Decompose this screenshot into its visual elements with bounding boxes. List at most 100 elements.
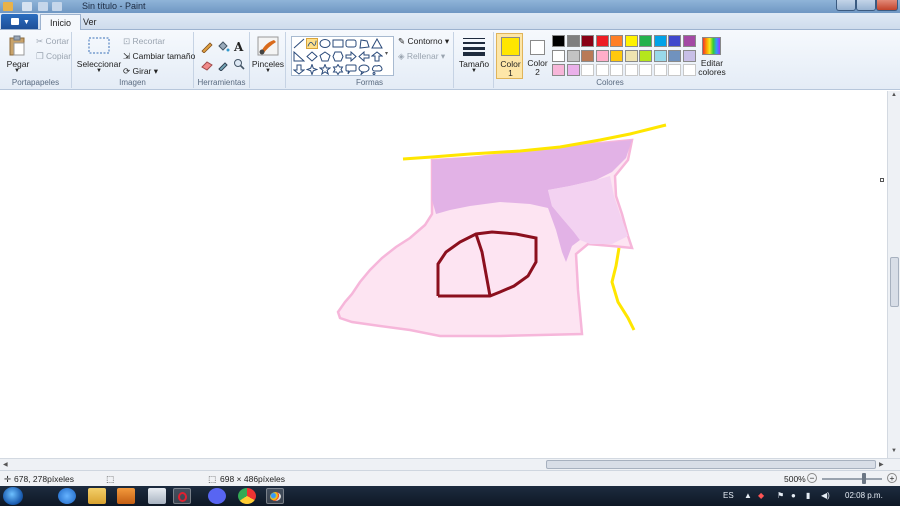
- shapes-scroll-icon[interactable]: ▾: [385, 50, 388, 57]
- palette-swatch[interactable]: [610, 35, 623, 47]
- chrome-icon[interactable]: [238, 488, 256, 504]
- canvas-area[interactable]: [0, 91, 880, 458]
- media-player-icon[interactable]: [117, 488, 135, 504]
- language-indicator[interactable]: ES: [723, 491, 734, 500]
- select-icon[interactable]: [88, 37, 110, 55]
- palette-swatch[interactable]: [566, 49, 580, 62]
- palette-swatch[interactable]: [566, 35, 580, 47]
- palette-swatch[interactable]: [624, 49, 638, 62]
- pencil-icon[interactable]: [200, 40, 214, 53]
- edit-colors-button[interactable]: Editar colores: [698, 33, 726, 79]
- magnifier-icon[interactable]: [232, 58, 246, 71]
- right-triangle-shape-icon[interactable]: [293, 51, 305, 62]
- cloud-callout-shape-icon[interactable]: [371, 64, 383, 75]
- brush-icon[interactable]: [256, 35, 280, 57]
- discord-tray-icon[interactable]: ●: [791, 491, 796, 500]
- rounded-rectangle-shape-icon[interactable]: [345, 38, 357, 49]
- fill-button[interactable]: ◈ Rellenar ▾: [398, 51, 445, 62]
- zoom-slider-track[interactable]: [822, 478, 882, 480]
- up-arrow-shape-icon[interactable]: [371, 51, 383, 62]
- palette-swatch[interactable]: [566, 64, 580, 76]
- hexagon-shape-icon[interactable]: [332, 51, 344, 62]
- color1-button[interactable]: Color 1: [496, 33, 523, 79]
- six-point-star-shape-icon[interactable]: [332, 64, 344, 75]
- tray-chevron-icon[interactable]: ▲: [744, 491, 752, 500]
- palette-swatch[interactable]: [653, 64, 667, 76]
- palette-swatch[interactable]: [595, 49, 609, 62]
- scroll-left-icon[interactable]: ◀: [3, 461, 8, 468]
- redo-quick-icon[interactable]: [52, 2, 62, 11]
- scroll-up-icon[interactable]: ▲: [891, 92, 897, 98]
- drawing-canvas[interactable]: [0, 91, 880, 458]
- discord-icon[interactable]: [208, 488, 226, 504]
- start-button[interactable]: [3, 487, 23, 505]
- left-arrow-shape-icon[interactable]: [358, 51, 370, 62]
- palette-swatch[interactable]: [581, 49, 594, 62]
- internet-explorer-icon[interactable]: [58, 488, 76, 504]
- palette-swatch[interactable]: [653, 49, 667, 62]
- minimize-button[interactable]: [836, 0, 856, 11]
- oval-callout-shape-icon[interactable]: [358, 64, 370, 75]
- opera-icon[interactable]: [173, 488, 191, 504]
- scroll-down-icon[interactable]: ▼: [891, 448, 897, 454]
- palette-swatch[interactable]: [624, 64, 638, 76]
- file-explorer-icon[interactable]: [88, 488, 106, 504]
- color-picker-icon[interactable]: [216, 58, 230, 71]
- paint-app-icon[interactable]: [3, 2, 13, 11]
- paint-taskbar-icon[interactable]: [266, 488, 284, 504]
- palette-swatch[interactable]: [581, 64, 594, 76]
- tab-ver[interactable]: Ver: [74, 14, 106, 30]
- tray-app-icon[interactable]: ◆: [758, 491, 764, 500]
- scroll-right-icon[interactable]: ▶: [879, 461, 884, 468]
- palette-swatch[interactable]: [552, 49, 565, 62]
- rotate-button[interactable]: ⟳ Girar ▾: [123, 66, 158, 77]
- flag-icon[interactable]: ⚑: [777, 491, 784, 500]
- cut-button[interactable]: ✂ Cortar: [36, 36, 69, 47]
- undo-quick-icon[interactable]: [38, 2, 48, 11]
- horizontal-scroll-thumb[interactable]: [546, 460, 876, 469]
- palette-swatch[interactable]: [639, 64, 652, 76]
- chevron-down-icon[interactable]: ▼: [94, 68, 104, 74]
- paint-menu-button[interactable]: ▼: [1, 14, 38, 29]
- zoom-out-button[interactable]: −: [807, 473, 817, 483]
- palette-swatch[interactable]: [668, 35, 681, 47]
- palette-swatch[interactable]: [552, 64, 565, 76]
- save-quick-icon[interactable]: [22, 2, 32, 11]
- crop-button[interactable]: ⊡ Recortar: [123, 36, 165, 47]
- palette-swatch[interactable]: [552, 35, 565, 47]
- maximize-button[interactable]: [856, 0, 876, 11]
- calculator-icon[interactable]: [148, 488, 166, 504]
- five-point-star-shape-icon[interactable]: [319, 64, 331, 75]
- canvas-resize-handle[interactable]: [880, 178, 884, 182]
- copy-button[interactable]: ❐ Copiar: [36, 51, 71, 62]
- triangle-shape-icon[interactable]: [371, 38, 383, 49]
- chevron-down-icon[interactable]: ▼: [469, 68, 479, 74]
- volume-icon[interactable]: ◀): [821, 491, 830, 500]
- right-arrow-shape-icon[interactable]: [345, 51, 357, 62]
- horizontal-scrollbar[interactable]: ◀ ▶: [0, 458, 900, 470]
- four-point-star-shape-icon[interactable]: [306, 64, 318, 75]
- diamond-shape-icon[interactable]: [306, 51, 318, 62]
- palette-swatch[interactable]: [624, 35, 638, 47]
- vertical-scroll-thumb[interactable]: [890, 257, 899, 307]
- palette-swatch[interactable]: [639, 49, 652, 62]
- color2-button[interactable]: Color 2: [525, 33, 550, 79]
- zoom-slider-thumb[interactable]: [862, 473, 866, 484]
- zoom-in-button[interactable]: +: [887, 473, 897, 483]
- palette-swatch[interactable]: [682, 64, 696, 76]
- close-button[interactable]: [876, 0, 898, 11]
- size-lines-icon[interactable]: [463, 36, 485, 56]
- eraser-icon[interactable]: [200, 58, 214, 71]
- chevron-down-icon[interactable]: ▼: [12, 68, 22, 74]
- palette-swatch[interactable]: [653, 35, 667, 47]
- outline-button[interactable]: ✎ Contorno ▾: [398, 36, 449, 47]
- palette-swatch[interactable]: [595, 35, 609, 47]
- palette-swatch[interactable]: [610, 49, 623, 62]
- palette-swatch[interactable]: [668, 49, 681, 62]
- palette-swatch[interactable]: [581, 35, 594, 47]
- palette-swatch[interactable]: [610, 64, 623, 76]
- line-shape-icon[interactable]: [293, 38, 305, 49]
- curve-shape-icon[interactable]: [306, 38, 318, 49]
- rectangle-shape-icon[interactable]: [332, 38, 344, 49]
- text-icon[interactable]: A: [232, 40, 246, 53]
